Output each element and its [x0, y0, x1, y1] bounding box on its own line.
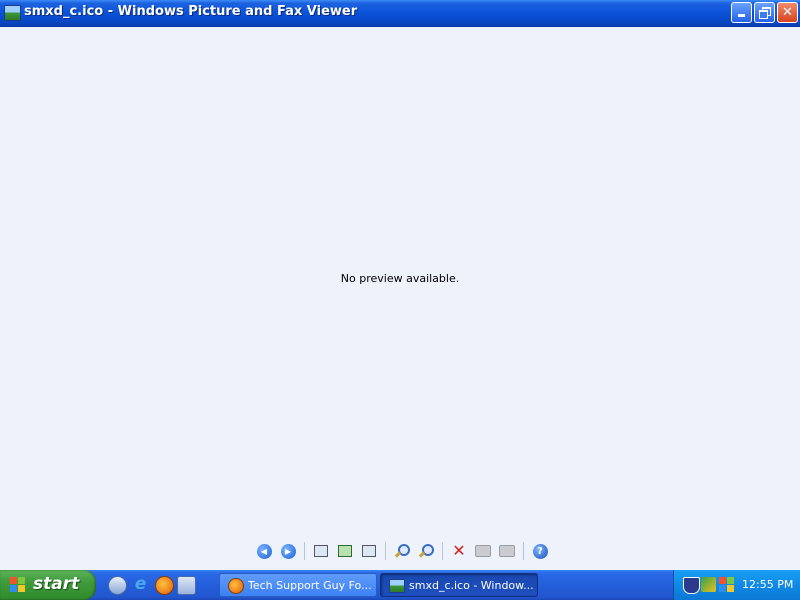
- start-label: start: [33, 574, 80, 594]
- taskbar: start e Tech Support Guy Fo... smxd_c.ic…: [0, 570, 800, 600]
- copy-to-icon: [499, 545, 515, 557]
- slideshow-icon: [362, 545, 376, 557]
- print-button[interactable]: [473, 541, 493, 561]
- best-fit-button[interactable]: [311, 541, 331, 561]
- delete-icon: ✕: [452, 541, 466, 560]
- toolbar-separator: [523, 542, 524, 560]
- firefox-icon[interactable]: [155, 576, 174, 595]
- taskbar-button-label: smxd_c.ico - Window...: [409, 579, 534, 592]
- viewer-toolbar: ◀ ▶ ✕ ?: [252, 540, 552, 562]
- show-desktop-icon[interactable]: [108, 576, 127, 595]
- taskbar-button-tech-support-guy[interactable]: Tech Support Guy Fo...: [219, 573, 377, 597]
- zoom-out-button[interactable]: [416, 541, 436, 561]
- network-icon[interactable]: [701, 577, 716, 592]
- quick-launch-app-icon[interactable]: [177, 576, 196, 595]
- internet-explorer-icon[interactable]: e: [132, 576, 149, 593]
- toolbar-separator: [442, 542, 443, 560]
- restore-icon: [759, 7, 771, 19]
- title-bar[interactable]: smxd_c.ico - Windows Picture and Fax Vie…: [0, 0, 800, 27]
- restore-button[interactable]: [754, 2, 775, 23]
- firefox-icon: [228, 578, 244, 594]
- minimize-icon: [738, 14, 745, 17]
- actual-size-button[interactable]: [335, 541, 355, 561]
- system-tray: 12:55 PM: [673, 570, 800, 600]
- zoom-in-icon: [394, 544, 410, 558]
- security-shield-icon[interactable]: [683, 577, 700, 594]
- picture-viewer-icon: [389, 579, 405, 593]
- taskbar-button-picture-viewer[interactable]: smxd_c.ico - Window...: [380, 573, 538, 597]
- delete-button[interactable]: ✕: [449, 541, 469, 561]
- windows-logo-icon: [10, 577, 26, 593]
- best-fit-icon: [314, 545, 328, 557]
- taskbar-button-label: Tech Support Guy Fo...: [248, 579, 372, 592]
- print-icon: [475, 545, 491, 557]
- zoom-in-button[interactable]: [392, 541, 412, 561]
- close-icon: ✕: [782, 5, 793, 20]
- previous-image-button[interactable]: ◀: [254, 541, 274, 561]
- windows-flag-icon[interactable]: [719, 577, 734, 592]
- slide-show-button[interactable]: [359, 541, 379, 561]
- next-icon: ▶: [280, 543, 296, 559]
- actual-size-icon: [338, 545, 352, 557]
- image-viewer-area: No preview available. ◀ ▶ ✕ ?: [0, 27, 800, 570]
- toolbar-separator: [304, 542, 305, 560]
- no-preview-message: No preview available.: [340, 272, 460, 285]
- minimize-button[interactable]: [731, 2, 752, 23]
- zoom-out-icon: [418, 544, 434, 558]
- copy-to-button[interactable]: [497, 541, 517, 561]
- close-button[interactable]: ✕: [777, 2, 798, 23]
- picture-viewer-icon[interactable]: [4, 5, 21, 21]
- prev-icon: ◀: [256, 543, 272, 559]
- toolbar-separator: [385, 542, 386, 560]
- help-icon: ?: [532, 543, 548, 559]
- clock[interactable]: 12:55 PM: [742, 578, 793, 591]
- start-button[interactable]: start: [0, 570, 96, 600]
- help-button[interactable]: ?: [530, 541, 550, 561]
- next-image-button[interactable]: ▶: [278, 541, 298, 561]
- window-title: smxd_c.ico - Windows Picture and Fax Vie…: [24, 4, 358, 19]
